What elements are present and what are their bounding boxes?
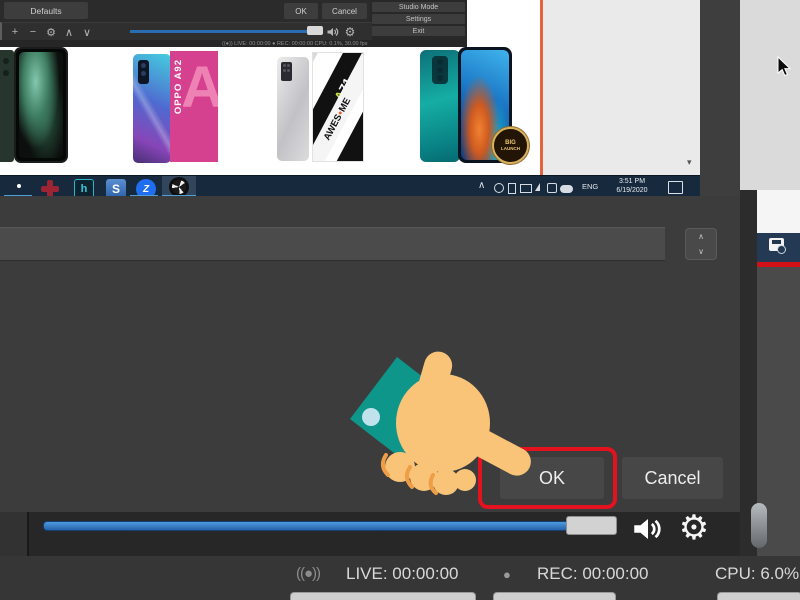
nested-volume-slider[interactable] (130, 30, 320, 33)
tray-time: 3:51 PM (604, 178, 660, 187)
save-sync-icon (769, 238, 784, 251)
preview-gray-panel: ▾ (543, 0, 700, 175)
product-a71-back (277, 57, 309, 161)
tray-language-label[interactable]: ENG (582, 182, 598, 191)
volume-slider[interactable] (43, 521, 617, 531)
iphone-screen-wallpaper (19, 52, 63, 158)
nested-volume-handle[interactable] (307, 26, 323, 35)
add-source-icon[interactable]: + (8, 23, 22, 41)
move-up-icon[interactable]: ∧ (62, 23, 76, 41)
nested-audio-gear-icon[interactable]: ⚙ (343, 23, 357, 41)
product-oppo-a92-card: A OPPO A92 (170, 51, 218, 162)
spinner-down-icon[interactable]: ∨ (686, 244, 716, 259)
oppo-card-big-letter: A (181, 59, 218, 117)
nested-defaults-button[interactable]: Defaults (4, 2, 88, 19)
tray-date: 6/19/2020 (604, 187, 660, 196)
background-dark-strip (700, 0, 740, 196)
oppo-camera-module (138, 60, 149, 84)
windows-taskbar: h S Z ∧ ENG 3:51 PM 6/19/2020 (0, 175, 700, 197)
action-center-icon[interactable] (668, 181, 683, 194)
right-white-fragment (757, 190, 800, 233)
cpu-usage: CPU: 6.0% (715, 564, 799, 584)
tray-clock[interactable]: 3:51 PM 6/19/2020 (604, 178, 660, 195)
source-properties-gear-icon[interactable]: ⚙ (44, 23, 58, 41)
dropdown-caret-icon[interactable]: ▾ (687, 157, 692, 168)
broadcast-icon: ((●)) (296, 565, 320, 582)
nested-controls-dock: Studio Mode Settings Exit (370, 0, 467, 40)
a71-camera-module (281, 62, 292, 81)
product-iphone-11-pro (14, 47, 68, 163)
mouse-cursor-icon (776, 56, 792, 78)
move-down-icon[interactable]: ∨ (80, 23, 94, 41)
nested-status-strip: ((●)) LIVE: 00:00:00 ● REC: 00:00:00 CPU… (0, 40, 467, 47)
exit-button[interactable]: Exit (372, 26, 465, 36)
product-redmi-note9-back (420, 50, 460, 162)
big-launch-badge: BIG LAUNCH (492, 127, 529, 164)
oppo-card-label: OPPO A92 (173, 59, 184, 114)
product-a71-awesome-card: A71 AWES●ME (312, 52, 364, 162)
nested-cancel-button[interactable]: Cancel (322, 3, 367, 19)
tray-signal-icon[interactable] (535, 183, 540, 191)
remove-source-icon[interactable]: − (26, 23, 40, 41)
cut-button[interactable] (290, 592, 476, 600)
tray-icon[interactable] (520, 184, 532, 193)
rec-dot-icon: ● (503, 567, 511, 582)
media-left-panel (0, 512, 29, 556)
pointing-hand-graphic (340, 345, 550, 515)
nested-speaker-icon[interactable] (326, 26, 340, 38)
taskbar-obs-icon[interactable] (169, 177, 189, 197)
sleeve-button (362, 408, 380, 426)
tray-icon[interactable] (494, 183, 504, 193)
tray-icon[interactable] (547, 183, 557, 193)
nested-sources-toolbar: + − ⚙ ∧ ∨ ⚙ (0, 22, 372, 41)
spinner-control[interactable]: ∧ ∨ (685, 228, 717, 260)
product-oppo-a92-back (133, 54, 171, 163)
cancel-button[interactable]: Cancel (622, 457, 723, 499)
tray-cloud-icon[interactable] (560, 185, 573, 193)
volume-slider-handle[interactable] (566, 516, 617, 535)
cut-button[interactable] (717, 592, 800, 600)
product-iphone-back (0, 50, 14, 162)
settings-button[interactable]: Settings (372, 14, 465, 24)
dialog-text-field[interactable] (0, 227, 665, 261)
dialog-edge-shadow (740, 190, 757, 556)
media-gear-icon[interactable]: ⚙ (674, 508, 714, 548)
taskbar-obs-active-cell[interactable] (162, 176, 196, 197)
spinner-up-icon[interactable]: ∧ (686, 229, 716, 244)
badge-line2: LAUNCH (501, 146, 520, 152)
background-light-column (740, 0, 800, 190)
tray-icon[interactable] (508, 183, 516, 194)
tray-chevron-icon[interactable]: ∧ (478, 180, 485, 191)
nested-dialog-button-row: Defaults OK Cancel (0, 0, 370, 22)
scrollbar-thumb[interactable] (751, 503, 767, 548)
screenshot-root: Defaults OK Cancel Studio Mode Settings … (0, 0, 800, 600)
nested-status-text: ((●)) LIVE: 00:00:00 ● REC: 00:00:00 CPU… (222, 41, 367, 47)
live-timer: LIVE: 00:00:00 (346, 564, 458, 584)
cut-button[interactable] (493, 592, 616, 600)
studio-mode-button[interactable]: Studio Mode (372, 2, 465, 12)
rec-timer: REC: 00:00:00 (537, 564, 649, 584)
speaker-icon[interactable] (627, 514, 669, 544)
nested-ok-button[interactable]: OK (284, 3, 318, 19)
right-taskbar-fragment (757, 233, 800, 262)
redmi-camera-module (432, 56, 448, 84)
